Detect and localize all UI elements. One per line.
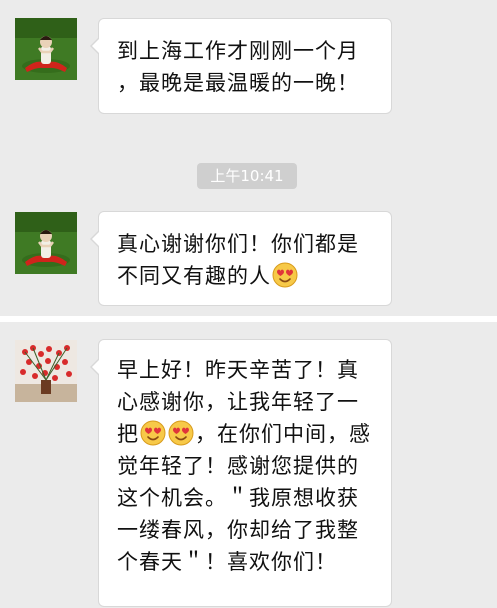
message-text-line: 觉年轻了！感谢您提供的	[117, 454, 359, 478]
message-text-line: 这个机会。＂我原想收获	[117, 486, 359, 510]
timestamp-label: 上午10:41	[197, 163, 297, 189]
smiling-heart-eyes-emoji-icon	[140, 420, 166, 446]
message-text-line: 把 ，在你们中间，感	[117, 418, 391, 450]
contact-avatar[interactable]	[15, 212, 77, 274]
message-text-segment: 把	[117, 422, 139, 446]
message-text-line: 心感谢你，让我年轻了一	[117, 390, 359, 414]
red-flowers-avatar-icon	[15, 340, 77, 402]
message-text-line: 个春天＂！喜欢你们！	[117, 550, 337, 574]
message-text-segment: ，在你们中间，感	[195, 422, 371, 446]
smiling-heart-eyes-emoji-icon	[272, 262, 298, 288]
chat-panel-top: 到上海工作才刚刚一个月 ，最晚是最温暖的一晚！ 上午10:41 真心谢谢你们！你…	[0, 0, 497, 316]
person-on-grass-avatar-icon	[15, 18, 77, 80]
message-bubble-2[interactable]: 真心谢谢你们！你们都是 不同又有趣的人	[90, 211, 392, 306]
message-bubble-1[interactable]: 到上海工作才刚刚一个月 ，最晚是最温暖的一晚！	[90, 18, 392, 114]
contact-avatar[interactable]	[15, 340, 77, 402]
message-text-line: 不同又有趣的人	[117, 260, 391, 292]
message-text-line: 真心谢谢你们！你们都是	[117, 232, 359, 256]
message-text-line: 一缕春风，你却给了我整	[117, 518, 359, 542]
message-text-line: 到上海工作才刚刚一个月	[117, 39, 359, 63]
contact-avatar[interactable]	[15, 18, 77, 80]
message-bubble-3[interactable]: 早上好！昨天辛苦了！真 心感谢你，让我年轻了一 把 ，在你们中间，感 觉年轻了！感…	[90, 339, 392, 607]
message-text-line: 早上好！昨天辛苦了！真	[117, 358, 359, 382]
chat-panel-bottom: 早上好！昨天辛苦了！真 心感谢你，让我年轻了一 把 ，在你们中间，感 觉年轻了！感…	[0, 322, 497, 608]
smiling-heart-eyes-emoji-icon	[168, 420, 194, 446]
message-text-segment: 不同又有趣的人	[117, 264, 271, 288]
message-text-line: ，最晚是最温暖的一晚！	[117, 71, 359, 95]
person-on-grass-avatar-icon	[15, 212, 77, 274]
